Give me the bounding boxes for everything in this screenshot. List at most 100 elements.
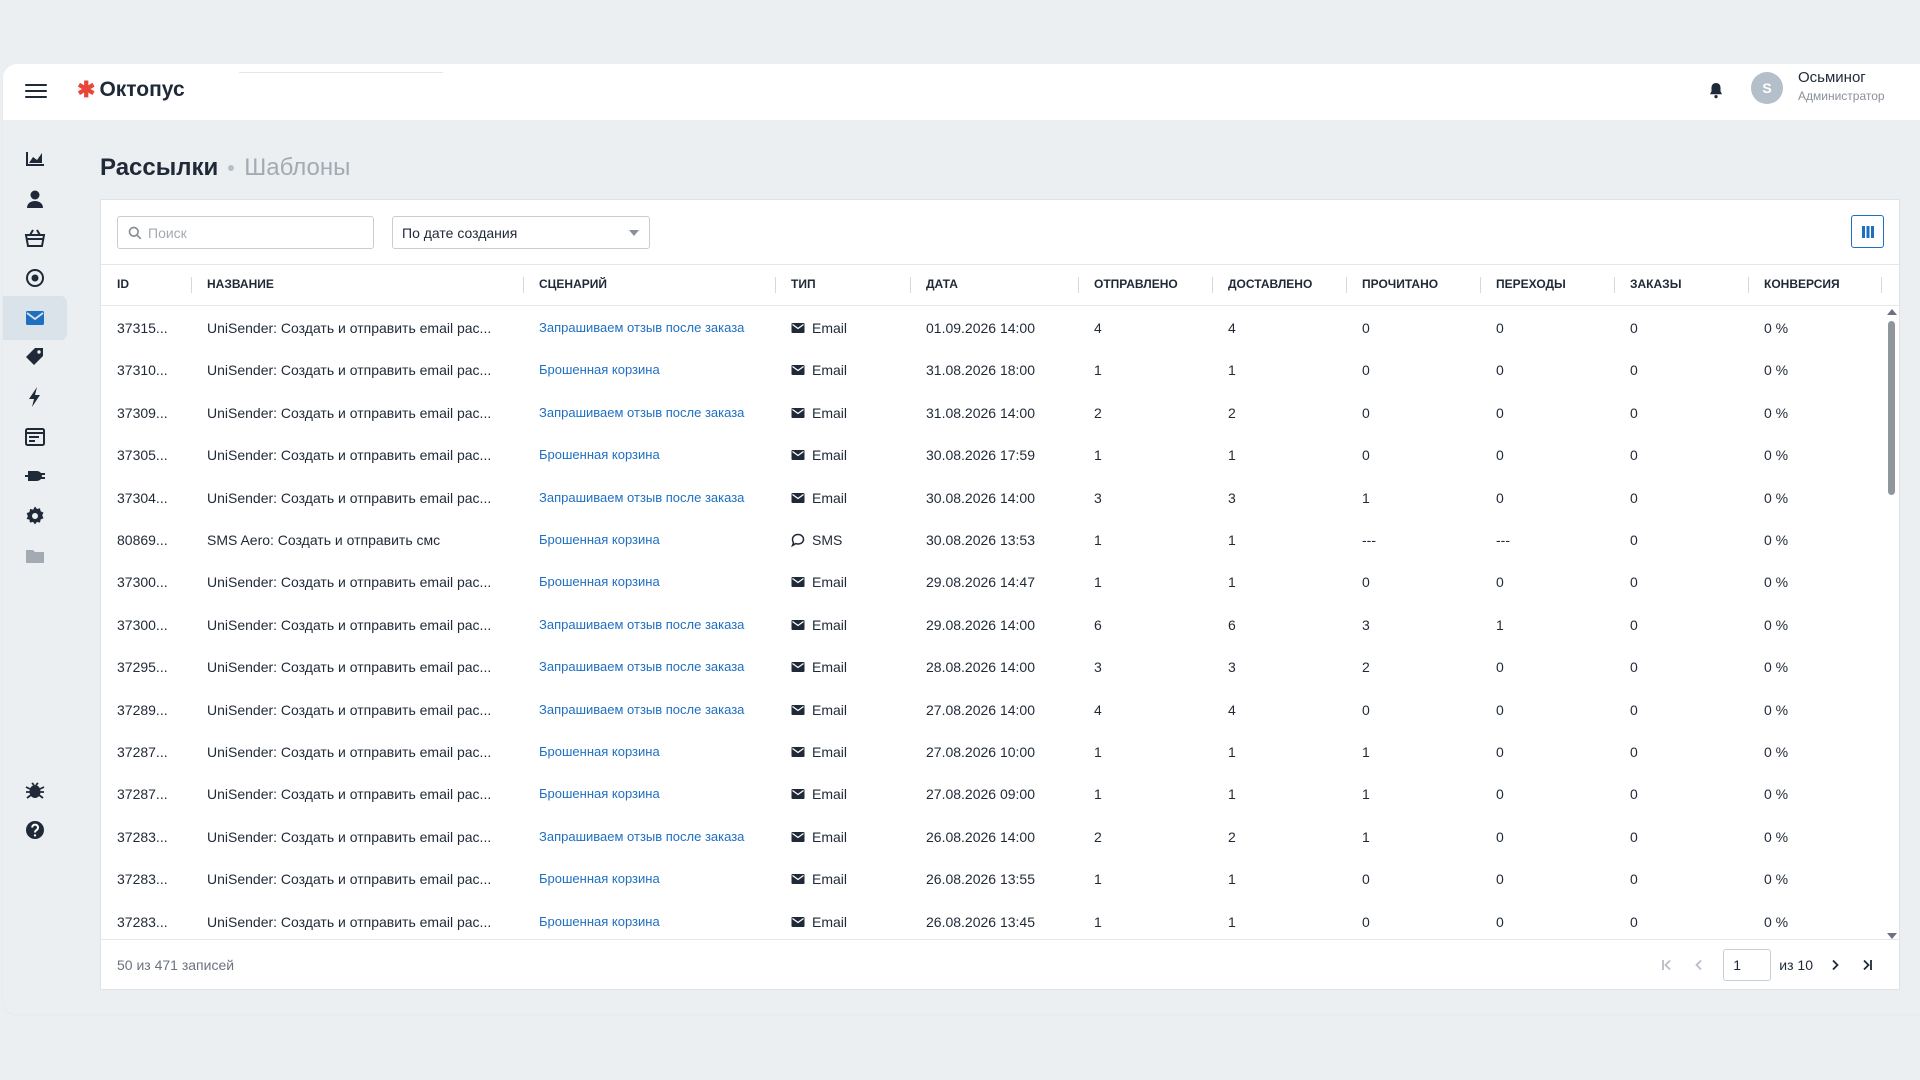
cell-type-label: Email	[812, 404, 848, 421]
sidebar-item-debug[interactable]	[3, 768, 67, 812]
cell-scenario-link[interactable]: Брошенная корзина	[539, 914, 660, 929]
column-header-orders[interactable]: ЗАКАЗЫ	[1630, 277, 1681, 291]
avatar[interactable]: S	[1751, 72, 1783, 104]
cell-orders: 0	[1630, 574, 1638, 591]
column-header-name[interactable]: НАЗВАНИЕ	[207, 277, 274, 291]
tab-templates[interactable]: Шаблоны	[244, 154, 350, 182]
table-row[interactable]: 37283... UniSender: Создать и отправить e…	[101, 901, 1881, 941]
sidebar-item-widgets[interactable]	[3, 415, 67, 459]
cell-scenario-link[interactable]: Брошенная корзина	[539, 786, 660, 801]
cell-scenario-link[interactable]: Запрашиваем отзыв после заказа	[539, 829, 744, 844]
sidebar-item-mailings[interactable]	[3, 296, 67, 340]
cell-scenario-link[interactable]: Запрашиваем отзыв после заказа	[539, 405, 744, 420]
sidebar-item-dashboard[interactable]	[3, 137, 67, 181]
first-page-button[interactable]	[1651, 949, 1683, 981]
sidebar-item-files[interactable]	[3, 534, 67, 578]
sidebar-item-segments[interactable]	[3, 256, 67, 300]
logo[interactable]: ✱ Октопус	[77, 78, 185, 102]
cell-scenario-link[interactable]: Брошенная корзина	[539, 871, 660, 886]
column-header-sent[interactable]: ОТПРАВЛЕНО	[1094, 277, 1178, 291]
cell-scenario-link[interactable]: Брошенная корзина	[539, 362, 660, 377]
cell-scenario-link[interactable]: Запрашиваем отзыв после заказа	[539, 702, 744, 717]
cell-conversion: 0 %	[1764, 744, 1789, 760]
column-resizer[interactable]	[1881, 277, 1882, 293]
cell-orders: 0	[1630, 404, 1638, 421]
hamburger-menu-icon[interactable]	[25, 84, 47, 100]
table-row[interactable]: 37287... UniSender: Создать и отправить e…	[101, 773, 1881, 815]
sort-select[interactable]: По дате создания	[392, 216, 650, 249]
page-title[interactable]: Рассылки	[100, 154, 218, 182]
cell-scenario-link[interactable]: Запрашиваем отзыв после заказа	[539, 320, 744, 335]
column-resizer[interactable]	[775, 277, 776, 293]
column-header-clicks[interactable]: ПЕРЕХОДЫ	[1496, 277, 1566, 291]
table-row[interactable]: 37300... UniSender: Создать и отправить e…	[101, 561, 1881, 603]
column-header-scenario[interactable]: СЦЕНАРИЙ	[539, 277, 607, 291]
table-row[interactable]: 37289... UniSender: Создать и отправить e…	[101, 689, 1881, 731]
table-row[interactable]: 37315... UniSender: Создать и отправить e…	[101, 307, 1881, 349]
cell-scenario-link[interactable]: Брошенная корзина	[539, 447, 660, 462]
table-row[interactable]: 37287... UniSender: Создать и отправить e…	[101, 731, 1881, 773]
scrollbar-thumb[interactable]	[1888, 321, 1895, 495]
column-resizer[interactable]	[1078, 277, 1079, 293]
bell-icon[interactable]	[1708, 82, 1724, 100]
column-resizer[interactable]	[191, 277, 192, 293]
table-row[interactable]: 37295... UniSender: Создать и отправить e…	[101, 646, 1881, 688]
column-resizer[interactable]	[523, 277, 524, 293]
tag-icon	[26, 348, 43, 365]
cell-scenario-link[interactable]: Брошенная корзина	[539, 744, 660, 759]
cell-scenario-link[interactable]: Брошенная корзина	[539, 574, 660, 589]
last-page-button[interactable]	[1851, 949, 1883, 981]
cell-id: 37310...	[117, 362, 168, 379]
column-header-date[interactable]: ДАТА	[926, 277, 958, 291]
sidebar-item-help[interactable]	[3, 808, 67, 852]
cell-read: 0	[1362, 362, 1370, 379]
table-row[interactable]: 37304... UniSender: Создать и отправить e…	[101, 477, 1881, 519]
column-resizer[interactable]	[910, 277, 911, 293]
table-row[interactable]: 37309... UniSender: Создать и отправить e…	[101, 392, 1881, 434]
column-header-conversion[interactable]: КОНВЕРСИЯ	[1764, 277, 1840, 291]
table-row[interactable]: 80869... SMS Aero: Создать и отправить см…	[101, 519, 1881, 561]
user-info[interactable]: Осьминог Администратор	[1798, 69, 1885, 103]
column-resizer[interactable]	[1480, 277, 1481, 293]
table-row[interactable]: 37283... UniSender: Создать и отправить e…	[101, 858, 1881, 900]
cell-scenario-link[interactable]: Брошенная корзина	[539, 532, 660, 547]
table-row[interactable]: 37283... UniSender: Создать и отправить e…	[101, 816, 1881, 858]
columns-settings-button[interactable]	[1851, 215, 1884, 248]
topbar-divider	[239, 72, 443, 73]
column-header-read[interactable]: ПРОЧИТАНО	[1362, 277, 1438, 291]
table-row[interactable]: 37305... UniSender: Создать и отправить e…	[101, 434, 1881, 476]
cell-scenario-link[interactable]: Запрашиваем отзыв после заказа	[539, 617, 744, 632]
table-row[interactable]: 37300... UniSender: Создать и отправить e…	[101, 604, 1881, 646]
column-header-delivered[interactable]: ДОСТАВЛЕНО	[1228, 277, 1312, 291]
sidebar-item-users[interactable]	[3, 177, 67, 221]
envelope-icon	[791, 747, 805, 757]
sidebar-item-shop[interactable]	[3, 216, 67, 260]
sidebar-item-integrations[interactable]	[3, 454, 67, 498]
bug-icon	[25, 782, 45, 799]
table-scrollbar[interactable]	[1885, 307, 1897, 941]
table-row[interactable]: 37310... UniSender: Создать и отправить e…	[101, 349, 1881, 391]
page-number-input[interactable]	[1723, 949, 1772, 981]
column-header-id[interactable]: ID	[117, 277, 129, 291]
search-box[interactable]	[117, 216, 374, 249]
search-input[interactable]	[148, 224, 368, 241]
sidebar-item-promo[interactable]	[3, 335, 67, 379]
cell-type: Email	[791, 574, 847, 590]
scroll-up-icon[interactable]	[1887, 309, 1897, 315]
column-resizer[interactable]	[1346, 277, 1347, 293]
cell-name: UniSender: Создать и отправить email рас…	[207, 616, 492, 633]
column-resizer[interactable]	[1212, 277, 1213, 293]
sidebar-item-automation[interactable]	[3, 375, 67, 419]
column-resizer[interactable]	[1614, 277, 1615, 293]
cell-delivered: 1	[1228, 362, 1236, 379]
next-page-button[interactable]	[1819, 949, 1851, 981]
cell-scenario-link[interactable]: Запрашиваем отзыв после заказа	[539, 490, 744, 505]
cell-conversion: 0 %	[1764, 404, 1789, 421]
cell-scenario-link[interactable]: Запрашиваем отзыв после заказа	[539, 659, 744, 674]
prev-page-button[interactable]	[1683, 949, 1715, 981]
sidebar-item-settings[interactable]	[3, 494, 67, 538]
column-resizer[interactable]	[1748, 277, 1749, 293]
cell-delivered: 4	[1228, 701, 1236, 718]
cell-clicks: 0	[1496, 786, 1504, 803]
column-header-type[interactable]: ТИП	[791, 277, 816, 291]
